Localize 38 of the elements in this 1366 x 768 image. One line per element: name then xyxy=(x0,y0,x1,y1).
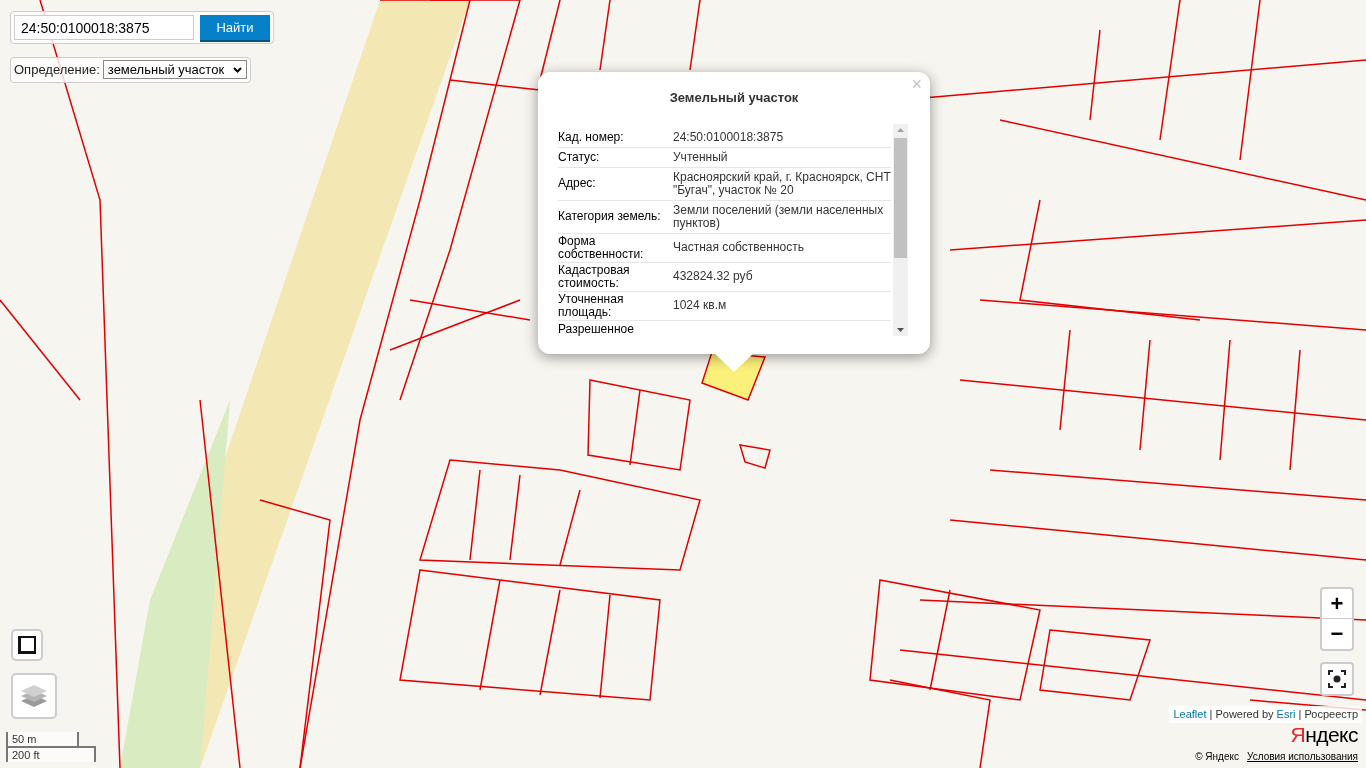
popup-title: Земельный участок xyxy=(668,89,800,107)
zoom-in-button[interactable]: + xyxy=(1322,589,1352,619)
field-value: 24:50:0100018:3875 xyxy=(673,128,784,146)
chevron-down-icon xyxy=(232,66,242,73)
field-label: Форма собственности: xyxy=(558,234,645,261)
scrollbar-drawing[interactable] xyxy=(893,123,908,336)
field-value: Красноярский край, г. Красноярск, СНТ "Бугач", участок № 20 xyxy=(673,168,891,199)
scale-imperial: 200 ft xyxy=(6,746,96,762)
attribution-link[interactable]: Leaflet xyxy=(1173,706,1207,723)
field-value: 432824.32 руб xyxy=(673,268,753,285)
attribution-link[interactable]: Esri xyxy=(1276,706,1296,723)
attribution-text: | Росреестр xyxy=(1297,707,1358,722)
field-label: Категория земель: xyxy=(558,210,662,223)
field-value: Учтенный xyxy=(673,148,728,166)
terms-link[interactable]: Условия использования xyxy=(1247,749,1358,764)
field-value: Частная собственность xyxy=(673,239,804,256)
field-label: Статус: xyxy=(558,150,601,164)
copyright-text: © Яндекс xyxy=(1195,750,1239,764)
yandex-logo: Яндекс xyxy=(1290,724,1358,745)
field-label: Разрешенное xyxy=(558,322,635,336)
definition-select[interactable]: земельный участок xyxy=(102,60,247,80)
cadastral-number-field[interactable]: 24:50:0100018:3875 xyxy=(14,15,194,40)
field-value: 1024 кв.м xyxy=(673,297,727,314)
field-value: Земли поселений (земли населенных пунктов) xyxy=(673,201,885,232)
field-label: Адрес: xyxy=(558,177,597,190)
zoom-out-button[interactable]: − xyxy=(1322,619,1352,649)
ruler-button[interactable] xyxy=(11,629,43,661)
field-label: Кадастровая стоимость: xyxy=(558,263,631,290)
find-button[interactable]: Найти xyxy=(200,15,270,40)
field-label: Уточненная площадь: xyxy=(558,292,625,319)
scale-metric: 50 m xyxy=(6,732,79,748)
field-label: Кад. номер: xyxy=(558,130,625,144)
layers-icon xyxy=(20,683,48,709)
definition-label: Определение: xyxy=(14,61,100,79)
locate-button[interactable] xyxy=(1320,662,1354,696)
attribution-text: | Powered by xyxy=(1208,707,1275,722)
locate-icon xyxy=(1328,670,1346,688)
layers-button[interactable] xyxy=(11,673,57,719)
